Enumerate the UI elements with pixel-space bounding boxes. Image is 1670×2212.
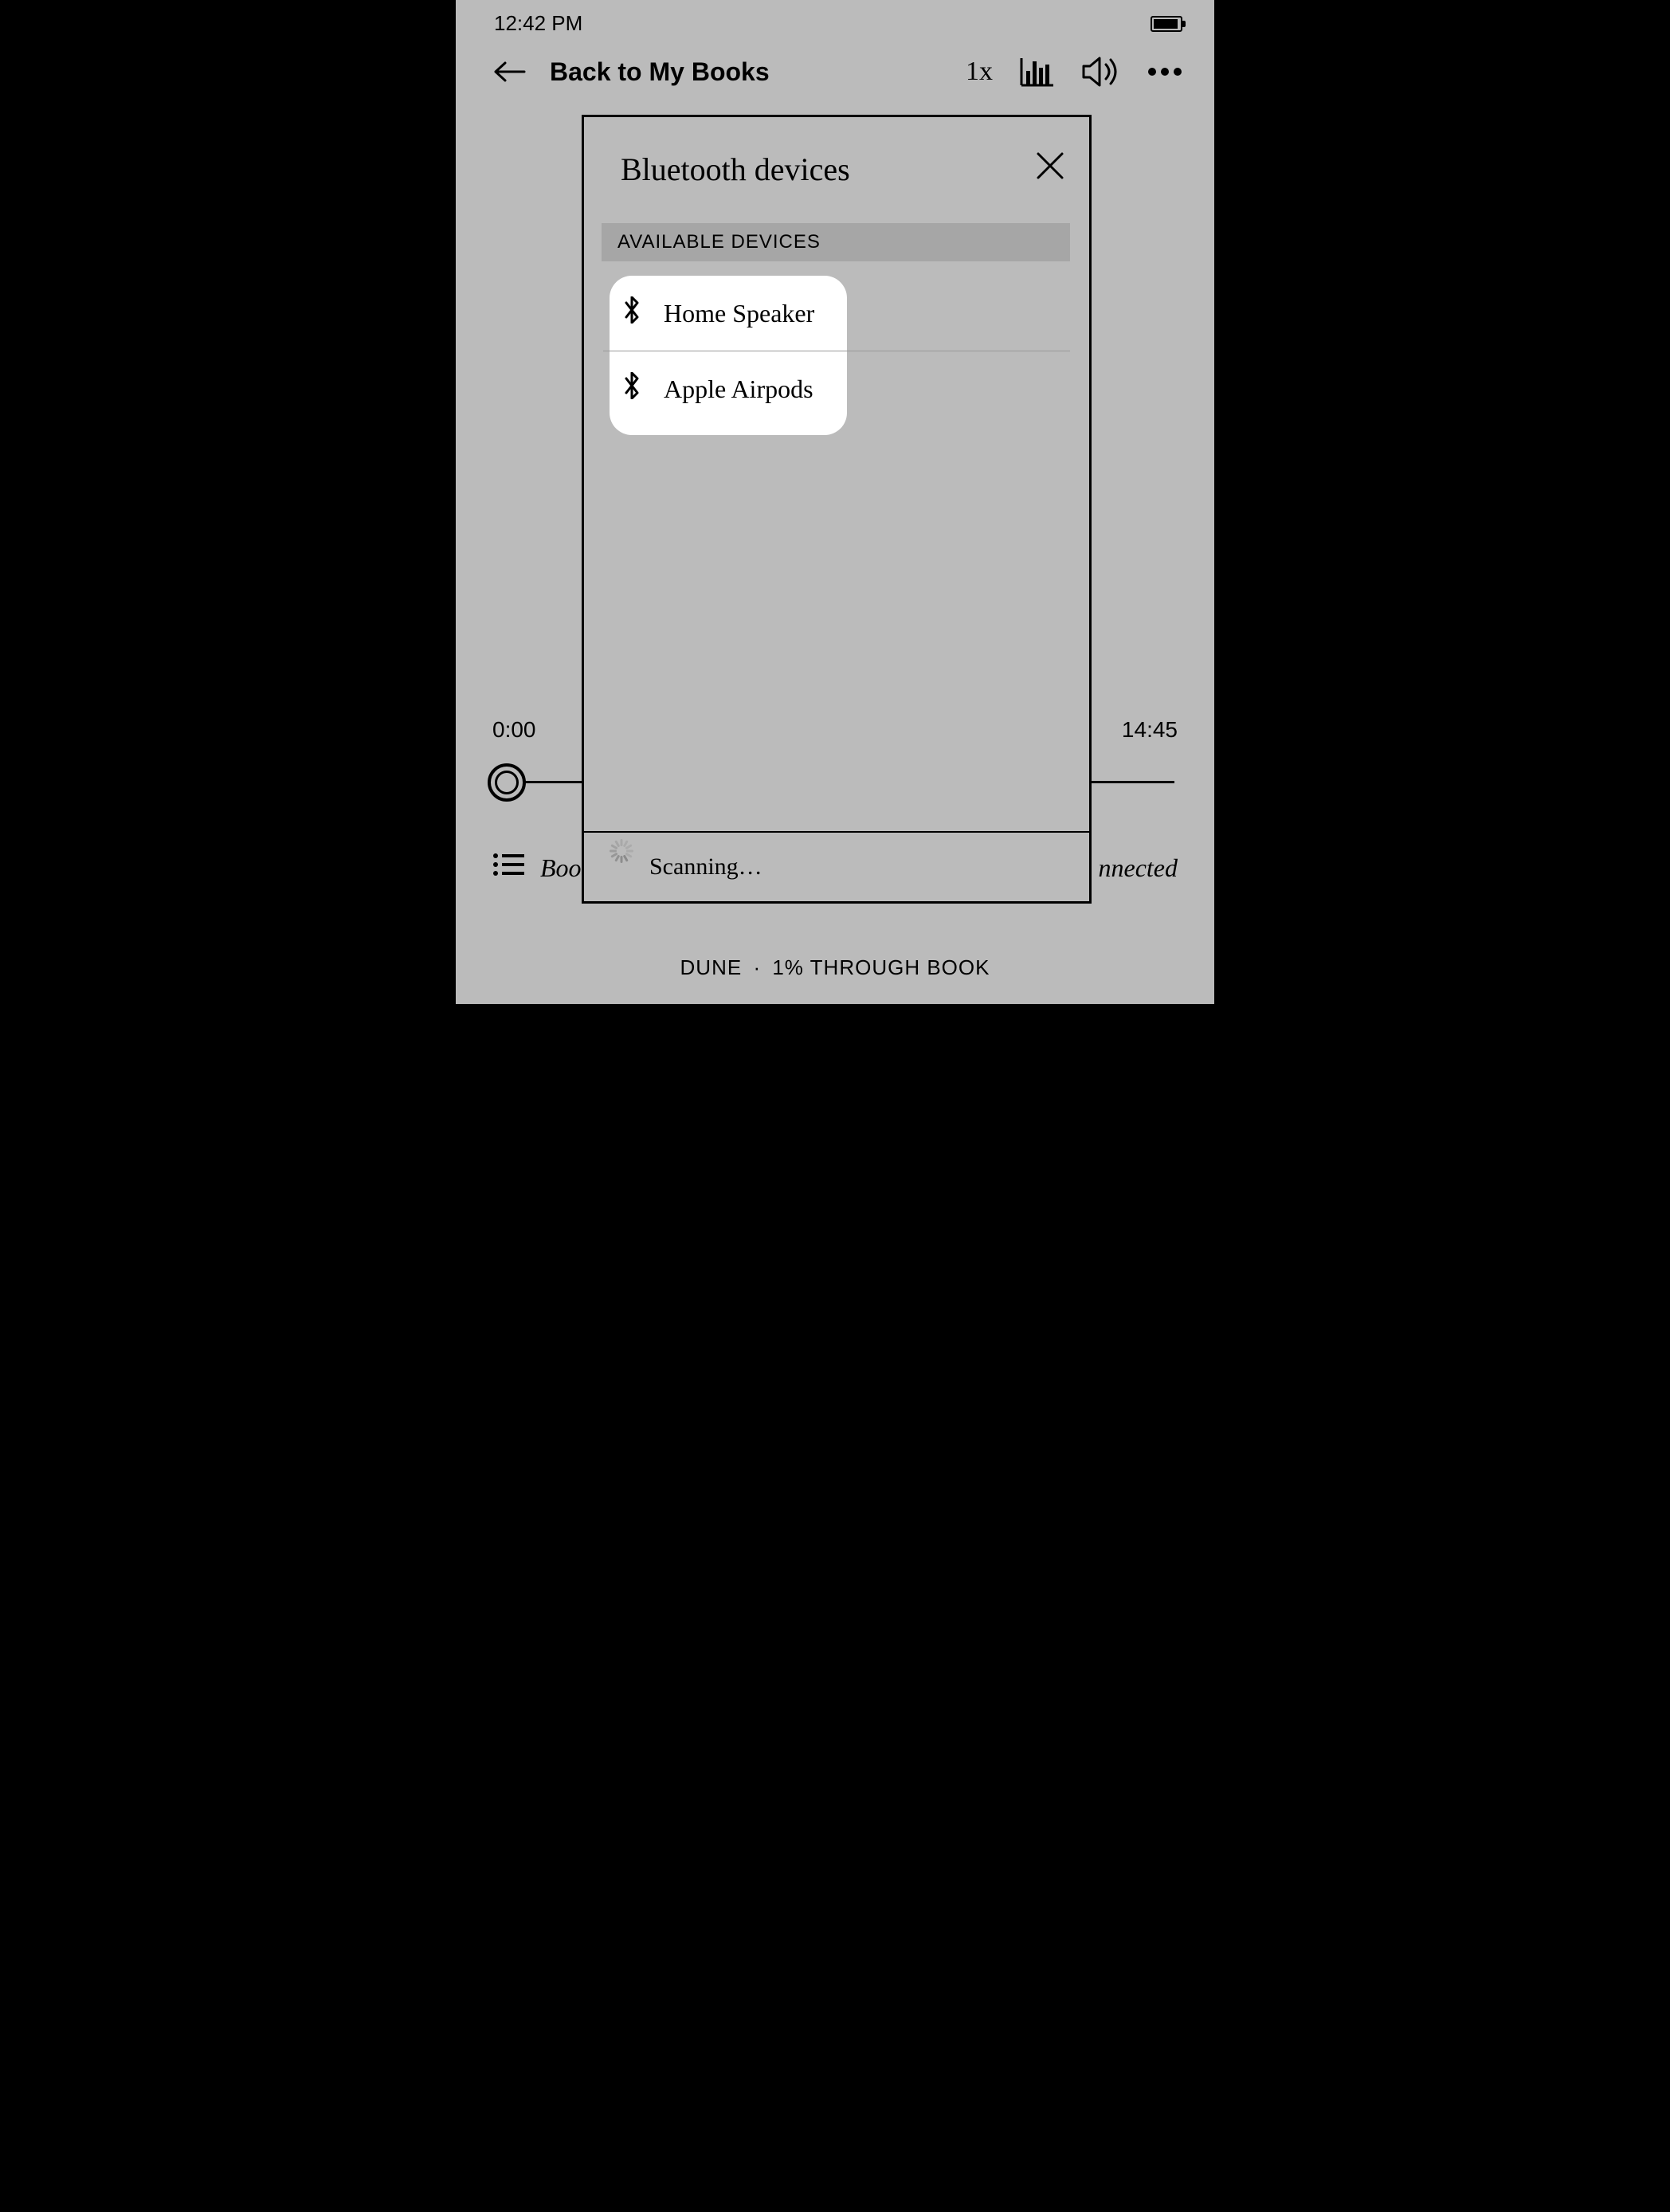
equalizer-icon[interactable] <box>1020 57 1055 87</box>
device-row-apple-airpods[interactable]: Apple Airpods <box>584 351 1089 426</box>
device-name: Home Speaker <box>664 299 814 328</box>
screen: 12:42 PM Back to My Books 1x <box>456 0 1214 1004</box>
bluetooth-dialog: Bluetooth devices AVAILABLE DEVICES Home… <box>582 115 1092 904</box>
toc-icon[interactable] <box>492 853 524 883</box>
footer-info: DUNE · 1% THROUGH BOOK <box>456 931 1214 1004</box>
scanning-label: Scanning… <box>649 853 762 880</box>
dialog-title: Bluetooth devices <box>621 151 850 188</box>
bluetooth-icon <box>624 296 640 330</box>
dialog-header: Bluetooth devices <box>584 117 1089 204</box>
book-title: DUNE <box>680 955 743 979</box>
battery-icon <box>1151 16 1182 32</box>
spinner-icon <box>608 853 635 880</box>
status-time: 12:42 PM <box>494 11 582 36</box>
header: Back to My Books 1x <box>456 42 1214 95</box>
remaining-time: 14:45 <box>1122 717 1178 743</box>
battery-fill <box>1154 19 1178 29</box>
dialog-footer: Scanning… <box>584 831 1089 901</box>
playback-speed[interactable]: 1x <box>966 57 993 87</box>
separator: · <box>753 955 761 979</box>
bottom-right-text: nnected <box>1099 853 1178 883</box>
device-row-home-speaker[interactable]: Home Speaker <box>584 276 1089 351</box>
elapsed-time: 0:00 <box>492 717 536 743</box>
back-arrow-icon[interactable] <box>494 60 526 84</box>
volume-icon[interactable] <box>1082 57 1120 87</box>
bluetooth-icon <box>624 372 640 406</box>
close-icon[interactable] <box>1035 151 1065 181</box>
available-devices-header: AVAILABLE DEVICES <box>602 223 1070 261</box>
header-actions: 1x <box>966 57 1182 87</box>
device-list: Home Speaker Apple Airpods <box>584 261 1089 831</box>
status-bar: 12:42 PM <box>456 0 1214 42</box>
bottom-left-text: Boo <box>540 853 582 883</box>
progress-knob[interactable] <box>488 763 526 802</box>
back-title[interactable]: Back to My Books <box>550 57 966 87</box>
device-name: Apple Airpods <box>664 375 813 404</box>
book-progress: 1% THROUGH BOOK <box>772 955 990 979</box>
more-icon[interactable] <box>1147 67 1182 76</box>
